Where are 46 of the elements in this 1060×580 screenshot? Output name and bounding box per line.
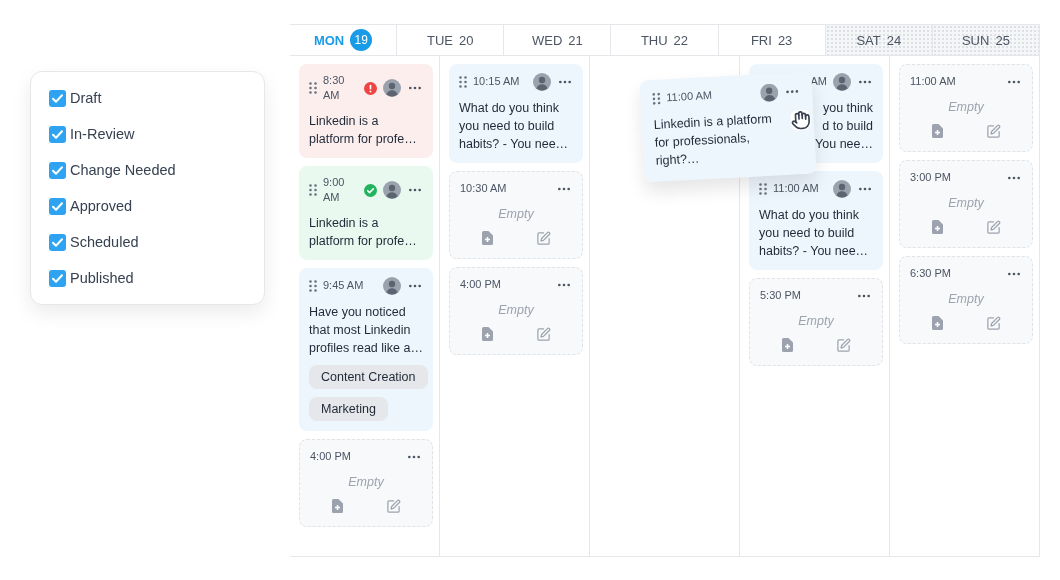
- empty-label: Empty: [947, 292, 985, 306]
- post-time: 9:00 AM: [323, 174, 346, 206]
- day-name: MON: [313, 32, 345, 48]
- day-date: 20: [458, 32, 474, 48]
- slot-time: 4:00 PM: [310, 448, 351, 464]
- day-name: TUE: [426, 32, 453, 48]
- post-time: 10:15 AM: [473, 74, 521, 90]
- filter-label: Draft: [70, 90, 102, 106]
- day-date: 25: [995, 32, 1010, 48]
- date-badge: 19: [350, 29, 373, 51]
- slot-time: 5:30 PM: [760, 288, 801, 304]
- day-name: SAT: [856, 32, 881, 48]
- filter-label: Published: [70, 270, 134, 286]
- post-text: Linkedin is a platform for profe…: [309, 112, 418, 148]
- post-text: What do you think you need to build habits? - You nee…: [759, 207, 870, 260]
- day-date: 21: [568, 32, 583, 48]
- post-text: you think d to build You nee…: [815, 100, 873, 153]
- empty-label: Empty: [947, 196, 985, 210]
- filter-label: Change Needed: [70, 162, 176, 178]
- slot-time: 3:00 PM: [910, 170, 951, 186]
- filter-label: In-Review: [70, 126, 135, 142]
- day-name: WED: [531, 32, 563, 48]
- post-time: 11:00 AM: [666, 88, 714, 106]
- day-date: 22: [673, 32, 689, 48]
- day-name: SUN: [961, 32, 990, 48]
- post-time: 9:45 AM: [323, 277, 365, 293]
- day-date: 24: [886, 32, 902, 48]
- day-name: THU: [640, 32, 668, 48]
- slot-time: 10:30 AM: [460, 181, 507, 197]
- empty-label: Empty: [497, 303, 535, 317]
- post-text: What do you think you need to build habits? - You nee…: [459, 100, 570, 153]
- post-text: Linkedin is a platform for profe…: [309, 214, 418, 250]
- slot-time: 11:00 AM: [910, 74, 956, 90]
- filter-label: Scheduled: [70, 234, 139, 250]
- filter-label: Approved: [70, 198, 133, 214]
- empty-label: Empty: [947, 100, 985, 114]
- slot-time: 4:00 PM: [460, 277, 501, 293]
- day-date: 23: [777, 32, 793, 48]
- post-text: Have you noticed that most Linkedin profiles read like a…: [309, 303, 423, 357]
- day-name: FRI: [750, 32, 772, 48]
- empty-label: Empty: [797, 314, 835, 328]
- post-time: 11:00 AM: [773, 181, 820, 197]
- empty-label: Empty: [347, 474, 385, 489]
- slot-time: 6:30 PM: [910, 266, 951, 282]
- post-time: 8:30 AM: [323, 73, 346, 104]
- empty-label: Empty: [497, 207, 535, 221]
